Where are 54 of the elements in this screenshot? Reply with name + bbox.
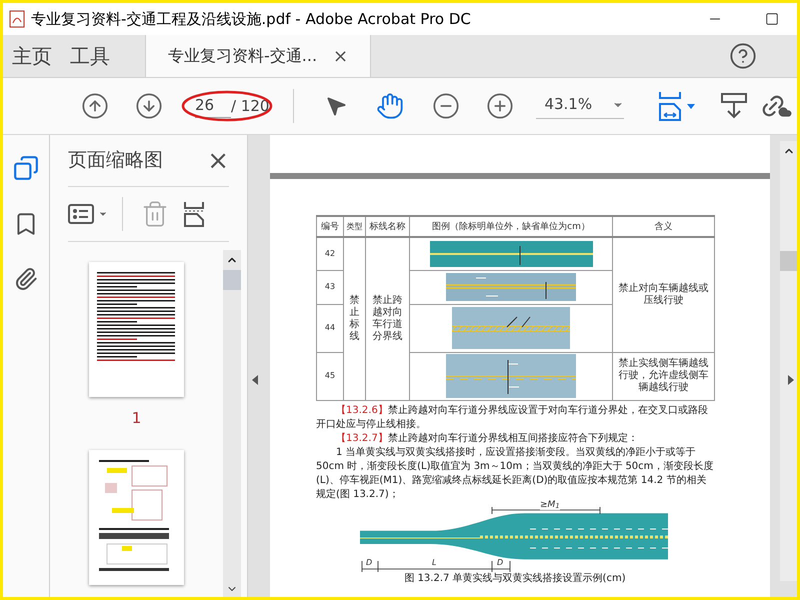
next-page-icon[interactable] [135, 92, 163, 120]
column-header: 编号 [316, 216, 344, 237]
tab[interactable]: 主页 [3, 35, 61, 77]
page-number-field[interactable]: 26 [195, 94, 231, 118]
paragraph: 1 当单黄实线与双黄实线搭接时，应设置搭接渐变段。当双黄线的净距小于或等于 50cm 时，渐变段长度(L)取值宜为 3m～10m；当双黄线的净距大于 50cm，渐变段长度(L)、停车视距(M1)、路宽缩减终点标线延长距离(D)的取值应按本规范第 14.2 节的相关规定(图 13.2.7)； [316, 446, 714, 500]
table-cell: 禁止跨越对向车行道分界线 [366, 237, 410, 400]
link-cloud-icon[interactable] [760, 93, 792, 119]
table-cell: 禁止实线侧车辆越线行驶，允许虚线侧车辆越线行驶 [612, 352, 714, 400]
zoom-out-icon[interactable] [432, 92, 460, 120]
scrollbar-thumb[interactable] [780, 251, 797, 271]
column-header: 类型 [344, 216, 366, 237]
zoom-in-icon[interactable] [486, 92, 514, 120]
document-scrollbar[interactable] [780, 141, 797, 581]
export-icon[interactable] [720, 91, 748, 121]
collapse-right-icon[interactable] [788, 375, 794, 385]
table-cell: 45 [316, 352, 344, 400]
hand-tool-icon[interactable] [376, 92, 404, 120]
page-count: / 120 [231, 96, 270, 117]
zoom-dropdown[interactable]: 43.1% [536, 93, 624, 119]
panel-title: 页面缩略图 [68, 148, 163, 174]
previous-page-icon[interactable] [81, 92, 109, 120]
page-thumbnail[interactable] [89, 450, 184, 584]
help-icon[interactable] [729, 42, 757, 70]
dimension-label: L [432, 558, 436, 566]
column-header: 含义 [612, 216, 714, 237]
tab[interactable]: 专业复习资料-交通... × [145, 35, 372, 77]
options-menu-button[interactable] [68, 203, 108, 225]
close-panel-button[interactable]: × [207, 148, 229, 174]
table-cell: 42 [316, 237, 344, 270]
page-thumbnails-icon[interactable] [13, 155, 39, 181]
column-header: 标线名称 [366, 216, 410, 237]
scrollbar[interactable] [223, 250, 241, 597]
page-number-label: 1 [132, 408, 142, 429]
dimension-label: ≥M$_{1}$ [540, 500, 560, 510]
insert-page-icon[interactable] [183, 200, 205, 228]
paragraph: 【13.2.7】禁止跨越对向车行道分界线相互间搭接应符合下列规定： [335, 432, 639, 446]
paperclip-icon[interactable] [14, 267, 38, 291]
maximize-icon[interactable] [765, 12, 779, 26]
window-title: 专业复习资料-交通工程及沿线设施.pdf - Adobe Acrobat Pro DC [31, 8, 471, 30]
dimension-label: D [366, 558, 372, 566]
table-cell: 禁止标线 [344, 237, 366, 400]
collapse-left-icon[interactable] [252, 375, 258, 385]
table-cell: 禁止对向车辆越线或压线行驶 [612, 237, 714, 352]
figure-caption: 图 13.2.7 单黄实线与双黄实线搭接设置示例(cm) [403, 572, 627, 584]
close-tab-button[interactable]: × [333, 42, 348, 70]
paragraph: 【13.2.6】禁止跨越对向车行道分界线应设置于对向车行道分界处，在交叉口或路段开口处应与停止线相接。 [316, 404, 709, 432]
pdf-icon [9, 10, 25, 28]
scrollbar-thumb[interactable] [223, 270, 241, 290]
page-thumbnail[interactable] [89, 262, 184, 397]
table-cell: 43 [316, 270, 344, 304]
table-cell: 44 [316, 304, 344, 352]
column-header: 图例（除标明单位外，缺省单位为cm） [410, 216, 612, 237]
dimension-label: D [497, 558, 504, 566]
tab[interactable]: 工具 [61, 35, 119, 77]
